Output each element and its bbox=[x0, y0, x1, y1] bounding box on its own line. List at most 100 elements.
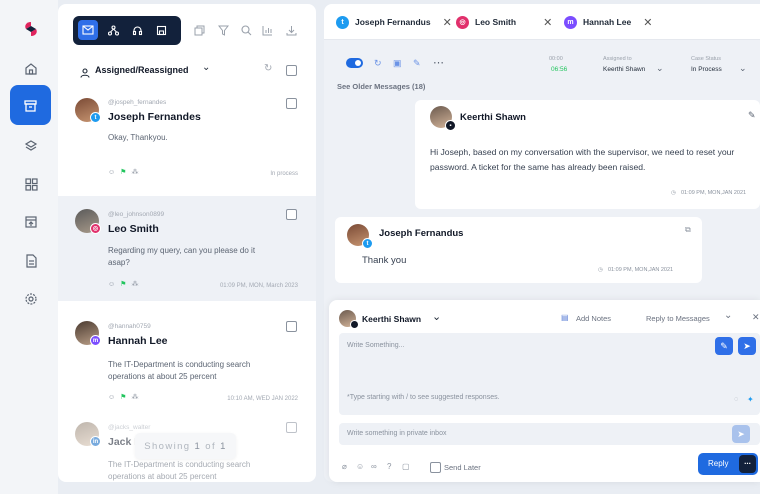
twitter-icon: t bbox=[336, 15, 349, 29]
chevron-down-icon[interactable]: ⌄ bbox=[739, 63, 747, 74]
private-inbox-input[interactable]: Write something in private inbox ➤ bbox=[339, 423, 760, 445]
message-text: Hi Joseph, based on my conversation with… bbox=[430, 147, 735, 172]
reply-to-dropdown[interactable]: Reply to Messages bbox=[646, 314, 710, 323]
twitter-icon: ✦ bbox=[747, 395, 754, 404]
add-notes-button[interactable]: Add Notes bbox=[576, 314, 611, 323]
agent-selector[interactable]: Keerthi Shawn bbox=[362, 314, 421, 324]
home-icon[interactable] bbox=[12, 50, 50, 88]
refresh-icon[interactable]: ↻ bbox=[264, 63, 272, 74]
link-icon[interactable]: ∞ bbox=[371, 462, 377, 471]
chevron-down-icon[interactable]: ⌄ bbox=[202, 62, 210, 73]
assigned-dropdown[interactable]: Keerthi Shawn bbox=[603, 66, 645, 73]
case-status-dropdown[interactable]: In Process bbox=[691, 66, 722, 73]
tab-joseph[interactable]: t Joseph Fernandus ✕ bbox=[336, 4, 452, 40]
upload-icon[interactable] bbox=[12, 203, 50, 241]
refresh-icon[interactable]: ↻ bbox=[374, 58, 382, 69]
timer-value: 06:56 bbox=[551, 66, 568, 73]
edit-note-icon[interactable]: ✎ bbox=[413, 58, 421, 69]
layers-icon[interactable] bbox=[12, 127, 50, 165]
send-icon[interactable]: ➤ bbox=[738, 337, 756, 355]
assign-icon[interactable]: ⁂ bbox=[131, 168, 138, 176]
filter-icon[interactable] bbox=[217, 23, 230, 41]
send-private-icon[interactable]: ➤ bbox=[732, 425, 750, 443]
notes-icon[interactable]: ▤ bbox=[561, 313, 569, 322]
image-icon[interactable]: ▢ bbox=[402, 462, 410, 471]
conversation-name: Leo Smith bbox=[108, 223, 159, 235]
reply-button[interactable]: Reply ... bbox=[698, 453, 758, 475]
smile-icon[interactable]: ☺ bbox=[108, 394, 115, 401]
linkedin-icon: in bbox=[90, 436, 101, 447]
archive-icon[interactable] bbox=[151, 20, 171, 40]
attachment-icon[interactable]: ⌀ bbox=[342, 462, 347, 471]
conversation-handle: @jacks_walter bbox=[108, 424, 151, 431]
flag-icon[interactable]: ⚑ bbox=[120, 393, 126, 401]
conversation-item[interactable]: m @hannah0759 Hannah Lee The IT-Departme… bbox=[58, 309, 316, 409]
close-icon[interactable]: ✕ bbox=[443, 16, 452, 29]
close-icon[interactable]: ✕ bbox=[643, 16, 652, 29]
toast-prefix: Showing bbox=[144, 440, 191, 452]
reply-label: Reply bbox=[708, 459, 729, 468]
chat-icon bbox=[350, 320, 359, 329]
twitter-icon: t bbox=[90, 112, 101, 123]
send-later-checkbox[interactable] bbox=[430, 462, 441, 473]
settings-icon[interactable] bbox=[12, 280, 50, 318]
download-icon[interactable] bbox=[286, 23, 297, 41]
see-older-messages-link[interactable]: See Older Messages (18) bbox=[337, 82, 425, 91]
assign-icon[interactable]: ⁂ bbox=[131, 393, 138, 401]
headset-icon[interactable] bbox=[127, 20, 147, 40]
chevron-down-icon[interactable]: ⌄ bbox=[432, 310, 441, 323]
flag-icon[interactable]: ⚑ bbox=[120, 168, 126, 176]
conversation-checkbox[interactable] bbox=[286, 321, 297, 332]
conversation-handle: @hannah0759 bbox=[108, 323, 151, 330]
help-icon[interactable]: ? bbox=[387, 462, 391, 471]
calendar-icon[interactable]: ▣ bbox=[393, 58, 402, 69]
smile-icon[interactable]: ☺ bbox=[108, 281, 115, 288]
conversation-checkbox[interactable] bbox=[286, 209, 297, 220]
reply-hint: *Type starting with / to see suggested r… bbox=[347, 394, 500, 401]
inbox-icon[interactable] bbox=[10, 85, 51, 125]
conversation-tabs: t Joseph Fernandus ✕ ◎ Leo Smith ✕ m Han… bbox=[324, 4, 760, 40]
reply-options-button[interactable]: ... bbox=[739, 455, 756, 473]
flag-icon[interactable]: ⚑ bbox=[120, 280, 126, 288]
chevron-down-icon[interactable]: ⌄ bbox=[724, 310, 732, 321]
conversation-preview: The IT-Department is conducting search o… bbox=[108, 360, 251, 381]
tab-leo[interactable]: ◎ Leo Smith ✕ bbox=[456, 4, 552, 40]
document-icon[interactable] bbox=[12, 242, 50, 280]
assign-icon[interactable]: ⁂ bbox=[131, 280, 138, 288]
mail-icon[interactable] bbox=[78, 20, 98, 40]
close-icon[interactable]: ✕ bbox=[752, 312, 760, 323]
conversation-item[interactable]: ◎ @leo_johnson0899 Leo Smith Regarding m… bbox=[58, 196, 316, 301]
message-author: Joseph Fernandus bbox=[379, 228, 464, 239]
messenger-icon: m bbox=[564, 15, 577, 29]
conversation-preview: Okay, Thankyou. bbox=[108, 133, 168, 142]
tab-hannah[interactable]: m Hannah Lee ✕ bbox=[564, 4, 652, 40]
bar-chart-icon[interactable] bbox=[262, 23, 273, 41]
magic-wand-icon[interactable]: ✎ bbox=[748, 110, 756, 121]
chevron-down-icon[interactable]: ⌄ bbox=[656, 63, 664, 74]
close-icon[interactable]: ✕ bbox=[543, 16, 552, 29]
more-icon[interactable]: ⋯ bbox=[433, 56, 444, 69]
reply-placeholder: Write Something... bbox=[347, 342, 405, 349]
conversation-checkbox[interactable] bbox=[286, 98, 297, 109]
conversation-item[interactable]: t @jospeh_fernandes Joseph Fernandes Oka… bbox=[58, 88, 316, 188]
external-link-icon[interactable]: ⧉ bbox=[685, 225, 691, 235]
conversation-checkbox[interactable] bbox=[286, 422, 297, 433]
reply-textarea[interactable]: Write Something... *Type starting with /… bbox=[339, 333, 760, 415]
instagram-icon: ◎ bbox=[456, 15, 469, 29]
filter-dropdown-label[interactable]: Assigned/Reassigned bbox=[95, 65, 189, 75]
smile-icon[interactable]: ☺ bbox=[108, 169, 115, 176]
select-all-checkbox[interactable] bbox=[286, 65, 297, 76]
emoji-icon[interactable]: ☺ bbox=[356, 462, 364, 471]
status-toggle[interactable] bbox=[346, 58, 363, 68]
timer-label: 00:00 bbox=[549, 56, 563, 62]
grid-icon[interactable] bbox=[12, 165, 50, 203]
twitter-icon: t bbox=[362, 238, 373, 249]
agent-message: ▪ Keerthi Shawn ✎ Hi Joseph, based on my… bbox=[415, 100, 760, 209]
network-icon[interactable] bbox=[103, 20, 123, 40]
tab-label: Hannah Lee bbox=[583, 17, 632, 27]
magic-wand-icon[interactable]: ✎ bbox=[715, 337, 733, 355]
search-icon[interactable] bbox=[241, 23, 252, 41]
conversation-actions: ☺ ⚑ ⁂ bbox=[108, 168, 138, 177]
brand-logo-icon bbox=[22, 20, 40, 43]
copy-icon[interactable] bbox=[194, 23, 205, 41]
